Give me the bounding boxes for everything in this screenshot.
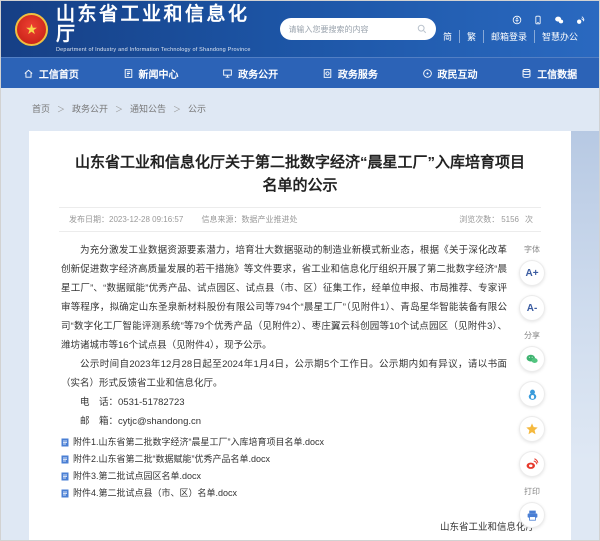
attachment-link-1[interactable]: 附件1.山东省第二批数字经济“晨星工厂”入库培育项目名单.docx	[61, 434, 507, 451]
attachment-label: 附件1.山东省第二批数字经济“晨星工厂”入库培育项目名单.docx	[73, 434, 324, 451]
info-source: 信息来源：数据产业推进处	[202, 215, 298, 224]
nav-label: 工信首页	[39, 66, 79, 81]
print-button[interactable]	[519, 502, 545, 528]
lang-traditional-link[interactable]: 繁	[459, 30, 483, 43]
paragraph-2: 公示时间自2023年12月28日起至2024年1月4日，公示期5个工作日。公示期…	[61, 355, 507, 393]
breadcrumb-home[interactable]: 首页	[32, 102, 50, 115]
view-count-unit: 次	[525, 215, 533, 224]
side-toolbar: 字体 A+ A- 分享 打印	[517, 237, 547, 537]
weibo-icon[interactable]	[575, 15, 585, 25]
site-header: ★ 山东省工业和信息化厅 Department of Industry and …	[1, 1, 599, 57]
print-label: 打印	[517, 486, 547, 497]
qzone-icon	[525, 422, 539, 436]
national-emblem-icon: ★	[15, 13, 48, 46]
attachment-link-4[interactable]: 附件4.第二批试点县（市、区）名单.docx	[61, 485, 507, 502]
nav-item-services[interactable]: 政务服务	[300, 58, 400, 88]
header-mini-icons	[436, 15, 585, 25]
qq-icon	[526, 388, 539, 401]
nav-item-interaction[interactable]: 政民互动	[400, 58, 500, 88]
nav-item-disclosure[interactable]: 政务公开	[200, 58, 300, 88]
site-subtitle: Department of Industry and Information T…	[56, 47, 266, 53]
nav-label: 政务公开	[238, 66, 278, 81]
view-count-label: 浏览次数：	[459, 215, 499, 224]
nav-item-data[interactable]: 工信数据	[499, 58, 599, 88]
search-icon[interactable]	[417, 24, 427, 34]
database-icon	[521, 68, 532, 79]
article-title: 山东省工业和信息化厅关于第二批数字经济“晨星工厂”入库培育项目名单的公示	[69, 151, 531, 197]
header-quick-links: 简 繁 邮箱登录 智慧办公	[436, 30, 585, 43]
nav-item-news[interactable]: 新闻中心	[101, 58, 201, 88]
attachment-label: 附件3.第二批试点园区名单.docx	[73, 468, 201, 485]
share-label: 分享	[517, 330, 547, 341]
word-doc-icon	[61, 489, 69, 498]
nav-label: 工信数据	[537, 66, 577, 81]
breadcrumb-current: 公示	[166, 102, 206, 115]
weibo-icon	[525, 457, 539, 471]
signature-block: 山东省工业和信息化厅 2023年12月28日	[29, 516, 535, 541]
meta-left: 发布日期：2023-12-28 09:16:57 信息来源：数据产业推进处	[69, 214, 314, 225]
contact-phone: 电 话：0531-51782723	[61, 393, 507, 412]
attachment-label: 附件2.山东省第二批“数据赋能”优秀产品名单.docx	[73, 451, 270, 468]
publish-date-label: 发布日期：	[69, 215, 109, 224]
wechat-icon[interactable]	[554, 15, 564, 25]
contact-email: 邮 箱：cytjc@shandong.cn	[61, 412, 507, 431]
breadcrumb-disclosure[interactable]: 政务公开	[50, 102, 108, 115]
nav-label: 政务服务	[338, 66, 378, 81]
signature-org: 山东省工业和信息化厅	[29, 516, 535, 540]
wechat-icon	[525, 352, 539, 366]
printer-icon	[526, 509, 539, 522]
article-body: 为充分激发工业数据资源要素潜力，培育壮大数据驱动的制造业新模式新业态，根据《关于…	[61, 241, 507, 502]
mail-login-link[interactable]: 邮箱登录	[483, 30, 534, 43]
home-icon	[23, 68, 34, 79]
share-wechat-button[interactable]	[519, 346, 545, 372]
breadcrumb-notices[interactable]: 通知公告	[108, 102, 166, 115]
nav-label: 政民互动	[438, 66, 478, 81]
nav-label: 新闻中心	[139, 66, 179, 81]
page: ★ 山东省工业和信息化厅 Department of Industry and …	[0, 0, 600, 541]
font-increase-button[interactable]: A+	[519, 260, 545, 286]
services-icon	[322, 68, 333, 79]
share-qzone-button[interactable]	[519, 416, 545, 442]
nav-item-home[interactable]: 工信首页	[1, 58, 101, 88]
publish-date: 发布日期：2023-12-28 09:16:57	[69, 215, 183, 224]
view-count: 浏览次数：5156 次	[459, 214, 533, 225]
font-decrease-button[interactable]: A-	[519, 295, 545, 321]
main-nav: 工信首页 新闻中心 政务公开 政务服务 政民互动 工信数据	[1, 57, 599, 88]
lang-simplified-link[interactable]: 简	[436, 30, 459, 43]
decorative-gradient-strip	[571, 131, 600, 461]
site-title: 山东省工业和信息化厅	[56, 5, 266, 45]
info-source-label: 信息来源：	[202, 215, 242, 224]
paragraph-1: 为充分激发工业数据资源要素潜力，培育壮大数据驱动的制造业新模式新业态，根据《关于…	[61, 241, 507, 355]
info-source-value: 数据产业推进处	[242, 215, 298, 224]
word-doc-icon	[61, 438, 69, 447]
news-icon	[123, 68, 134, 79]
attachment-link-3[interactable]: 附件3.第二批试点园区名单.docx	[61, 468, 507, 485]
article-card: 山东省工业和信息化厅关于第二批数字经济“晨星工厂”入库培育项目名单的公示 发布日…	[29, 131, 571, 540]
word-doc-icon	[61, 472, 69, 481]
share-qq-button[interactable]	[519, 381, 545, 407]
interaction-icon	[422, 68, 433, 79]
attachment-list: 附件1.山东省第二批数字经济“晨星工厂”入库培育项目名单.docx 附件2.山东…	[61, 434, 507, 502]
header-right: 简 繁 邮箱登录 智慧办公	[436, 15, 585, 43]
search-box[interactable]	[280, 18, 436, 40]
site-titles: 山东省工业和信息化厅 Department of Industry and In…	[56, 5, 266, 53]
breadcrumb: 首页 政务公开 通知公告 公示	[1, 88, 599, 115]
word-doc-icon	[61, 455, 69, 464]
search-input[interactable]	[289, 25, 417, 34]
accessibility-icon[interactable]	[512, 15, 522, 25]
publish-date-value: 2023-12-28 09:16:57	[109, 215, 183, 224]
article-meta: 发布日期：2023-12-28 09:16:57 信息来源：数据产业推进处 浏览…	[59, 207, 541, 232]
attachment-label: 附件4.第二批试点县（市、区）名单.docx	[73, 485, 237, 502]
font-size-label: 字体	[517, 244, 547, 255]
attachment-link-2[interactable]: 附件2.山东省第二批“数据赋能”优秀产品名单.docx	[61, 451, 507, 468]
smart-office-link[interactable]: 智慧办公	[534, 30, 585, 43]
view-count-value: 5156	[501, 215, 519, 224]
monitor-icon	[222, 68, 233, 79]
share-weibo-button[interactable]	[519, 451, 545, 477]
mobile-icon[interactable]	[533, 15, 543, 25]
